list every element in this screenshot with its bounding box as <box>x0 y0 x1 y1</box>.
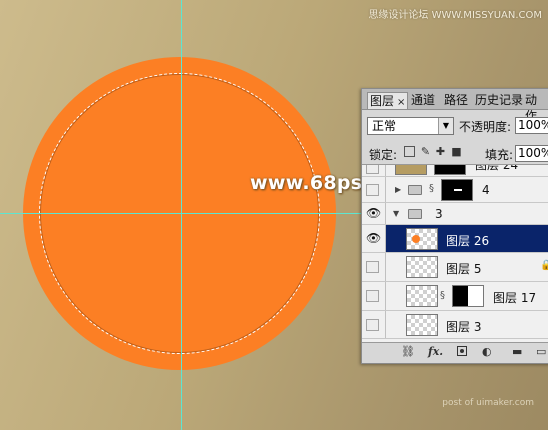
eye-icon[interactable]: 👁 <box>366 232 381 245</box>
visibility-toggle[interactable] <box>366 165 379 174</box>
layer-name: 图层 24 <box>475 164 519 172</box>
blend-mode-value: 正常 <box>372 119 397 133</box>
opacity-input[interactable]: 100% <box>515 117 548 134</box>
fill-input[interactable]: 100% <box>515 145 548 162</box>
adjustment-icon[interactable]: ◐ <box>482 346 492 358</box>
visibility-toggle[interactable] <box>366 184 379 196</box>
lock-transparent-icon[interactable] <box>404 146 415 157</box>
layers-panel: 图层× 通道 路径 历史记录 动作 正常 ▼ 不透明度: 100% 锁定: ✎ … <box>361 88 548 364</box>
visibility-toggle[interactable] <box>366 290 379 302</box>
tab-channels[interactable]: 通道 <box>409 92 437 109</box>
layer-thumbnail <box>406 256 438 278</box>
lock-all-icon[interactable]: ■ <box>451 146 462 157</box>
watermark-bottom: post of uimaker.com <box>442 398 534 408</box>
layer-mask-thumbnail <box>434 165 466 175</box>
new-layer-icon[interactable]: ▭ <box>536 346 546 358</box>
link-icon[interactable]: ⛓ <box>401 346 415 358</box>
layer-name: 图层 3 <box>446 320 482 334</box>
tab-channels-label: 通道 <box>411 93 436 107</box>
layers-list: 图层 24 ▶ § 4 👁 ▼ 3 👁 图层 26 图层 5 § 图层 17 图… <box>362 164 548 343</box>
tab-actions[interactable]: 动作 <box>523 92 548 123</box>
visibility-column <box>362 165 386 176</box>
chain-link-icon: § <box>440 290 445 301</box>
layer-name: 图层 5 <box>446 262 482 276</box>
visibility-column <box>362 282 386 310</box>
blend-mode-select[interactable]: 正常 ▼ <box>367 117 454 135</box>
layer-mask-thumbnail <box>452 285 484 307</box>
layer-row-24[interactable]: 图层 24 <box>362 164 548 177</box>
blend-row: 正常 ▼ 不透明度: 100% <box>362 110 548 140</box>
chevron-down-icon[interactable]: ▼ <box>438 118 453 134</box>
opacity-label: 不透明度: <box>459 120 512 134</box>
layer-thumbnail <box>406 314 438 336</box>
new-group-icon[interactable]: ▬ <box>512 346 522 358</box>
close-icon[interactable]: × <box>397 97 405 108</box>
eye-icon[interactable]: 👁 <box>366 207 381 220</box>
fill-label: 填充: <box>485 148 514 162</box>
layer-thumbnail <box>406 285 438 307</box>
tab-layers[interactable]: 图层 × <box>367 92 409 109</box>
layer-row-3[interactable]: 图层 3 <box>362 311 548 339</box>
lock-paint-icon[interactable]: ✎ <box>420 146 431 157</box>
layer-row-group-4[interactable]: ▶ § 4 <box>362 177 548 203</box>
layer-row-5[interactable]: 图层 5 🔒 <box>362 253 548 282</box>
collapse-triangle-icon[interactable]: ▼ <box>393 209 399 218</box>
lock-row: 锁定: ✎ ✚ ■ 填充: 100% <box>362 142 548 164</box>
panel-tabs: 图层 × 通道 路径 历史记录 动作 <box>362 89 548 123</box>
tab-history-label: 历史记录 <box>475 93 524 107</box>
chain-link-icon: § <box>429 183 434 194</box>
orange-dot-icon <box>412 235 420 243</box>
visibility-toggle[interactable] <box>366 319 379 331</box>
lock-label: 锁定: <box>369 148 398 162</box>
visibility-column: 👁 <box>362 225 386 252</box>
layer-row-26[interactable]: 👁 图层 26 <box>362 225 548 253</box>
lock-icon: 🔒 <box>540 260 548 271</box>
folder-icon <box>408 209 422 219</box>
tab-layers-label: 图层 <box>370 94 395 108</box>
layer-row-group-3[interactable]: 👁 ▼ 3 <box>362 203 548 225</box>
visibility-column: 👁 <box>362 203 386 224</box>
visibility-column <box>362 177 386 202</box>
folder-icon <box>408 185 422 195</box>
visibility-toggle[interactable] <box>366 261 379 273</box>
visibility-column <box>362 253 386 281</box>
tab-paths-label: 路径 <box>444 93 469 107</box>
tab-paths[interactable]: 路径 <box>442 92 470 109</box>
layer-name: 图层 26 <box>446 234 490 248</box>
visibility-column <box>362 311 386 338</box>
fx-icon[interactable]: fx. <box>428 346 443 358</box>
layer-name: 图层 17 <box>493 291 537 305</box>
lock-position-icon[interactable]: ✚ <box>435 146 446 157</box>
add-mask-icon[interactable] <box>457 346 467 356</box>
layer-thumbnail <box>406 228 438 250</box>
layer-row-17[interactable]: § 图层 17 <box>362 282 548 311</box>
tab-history[interactable]: 历史记录 <box>473 92 525 109</box>
layer-thumbnail <box>395 165 427 175</box>
watermark-top: 思缘设计论坛 WWW.MISSYUAN.COM <box>368 10 542 21</box>
expand-triangle-icon[interactable]: ▶ <box>395 185 401 194</box>
panel-footer: ⛓ fx. ◐ ▬ ▭ <box>362 342 548 363</box>
layer-name: 3 <box>435 207 443 221</box>
layer-name: 4 <box>482 183 490 197</box>
vertical-guide[interactable] <box>181 0 182 430</box>
group-mask-thumbnail <box>441 179 473 201</box>
